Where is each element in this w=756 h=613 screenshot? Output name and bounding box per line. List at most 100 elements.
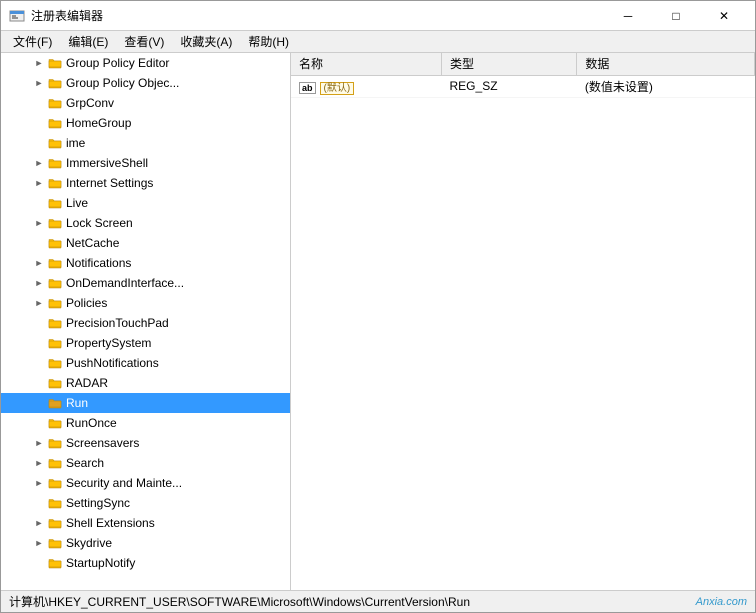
expand-arrow-icon[interactable]: ►	[31, 58, 47, 68]
registry-path: 计算机\HKEY_CURRENT_USER\SOFTWARE\Microsoft…	[9, 593, 696, 610]
app-icon	[9, 8, 25, 24]
tree-item[interactable]: GrpConv	[1, 93, 290, 113]
value-type-cell: REG_SZ	[442, 75, 577, 97]
folder-icon	[47, 336, 63, 350]
tree-item[interactable]: ► Group Policy Objec...	[1, 73, 290, 93]
tree-item-label: Notifications	[66, 256, 290, 270]
expand-arrow-icon[interactable]: ►	[31, 258, 47, 268]
tree-item-label: NetCache	[66, 236, 290, 250]
tree-item-label: Live	[66, 196, 290, 210]
tree-item-label: Run	[66, 396, 290, 410]
column-header-数据[interactable]: 数据	[577, 53, 755, 75]
folder-icon	[47, 136, 63, 150]
menu-item-e[interactable]: 编辑(E)	[60, 31, 116, 52]
registry-tree[interactable]: ► Group Policy Editor► Group Policy Obje…	[1, 53, 291, 590]
maximize-button[interactable]: □	[653, 1, 699, 31]
expand-arrow-icon[interactable]: ►	[31, 538, 47, 548]
expand-arrow-icon[interactable]: ►	[31, 518, 47, 528]
expand-arrow-icon[interactable]: ►	[31, 298, 47, 308]
tree-item[interactable]: ► Group Policy Editor	[1, 53, 290, 73]
tree-item-label: PushNotifications	[66, 356, 290, 370]
folder-icon	[47, 496, 63, 510]
tree-item-label: Group Policy Objec...	[66, 76, 290, 90]
folder-icon	[47, 96, 63, 110]
close-button[interactable]: ✕	[701, 1, 747, 31]
ab-icon: ab	[299, 82, 316, 94]
tree-item-label: PrecisionTouchPad	[66, 316, 290, 330]
tree-item[interactable]: RADAR	[1, 373, 290, 393]
folder-icon	[47, 356, 63, 370]
title-bar: 注册表编辑器 ─ □ ✕	[1, 1, 755, 31]
expand-arrow-icon[interactable]: ►	[31, 458, 47, 468]
main-area: ► Group Policy Editor► Group Policy Obje…	[1, 53, 755, 590]
folder-icon	[47, 396, 63, 410]
tree-item[interactable]: ► Search	[1, 453, 290, 473]
folder-icon	[47, 536, 63, 550]
tree-item[interactable]: ► Lock Screen	[1, 213, 290, 233]
tree-item-label: HomeGroup	[66, 116, 290, 130]
folder-icon	[47, 76, 63, 90]
tree-item-label: Screensavers	[66, 436, 290, 450]
column-header-名称[interactable]: 名称	[291, 53, 442, 75]
tree-item[interactable]: RunOnce	[1, 413, 290, 433]
table-row[interactable]: ab(默认)REG_SZ(数值未设置)	[291, 75, 755, 97]
folder-icon	[47, 216, 63, 230]
tree-item-label: RunOnce	[66, 416, 290, 430]
tree-item[interactable]: ime	[1, 133, 290, 153]
menu-item-a[interactable]: 收藏夹(A)	[172, 31, 240, 52]
tree-item-label: Group Policy Editor	[66, 56, 290, 70]
tree-item-label: Shell Extensions	[66, 516, 290, 530]
tree-item-label: OnDemandInterface...	[66, 276, 290, 290]
tree-item-label: Search	[66, 456, 290, 470]
folder-icon	[47, 296, 63, 310]
tree-item[interactable]: HomeGroup	[1, 113, 290, 133]
tree-item-label: SettingSync	[66, 496, 290, 510]
menu-item-f[interactable]: 文件(F)	[5, 31, 60, 52]
tree-item[interactable]: Run	[1, 393, 290, 413]
tree-item[interactable]: ► ImmersiveShell	[1, 153, 290, 173]
detail-pane: 名称类型数据 ab(默认)REG_SZ(数值未设置)	[291, 53, 755, 590]
tree-item-label: RADAR	[66, 376, 290, 390]
minimize-button[interactable]: ─	[605, 1, 651, 31]
expand-arrow-icon[interactable]: ►	[31, 78, 47, 88]
tree-item-label: PropertySystem	[66, 336, 290, 350]
folder-icon	[47, 316, 63, 330]
expand-arrow-icon[interactable]: ►	[31, 178, 47, 188]
expand-arrow-icon[interactable]: ►	[31, 478, 47, 488]
tree-item[interactable]: ► Policies	[1, 293, 290, 313]
folder-icon	[47, 476, 63, 490]
tree-item[interactable]: ► Screensavers	[1, 433, 290, 453]
default-badge: (默认)	[320, 82, 355, 95]
tree-item[interactable]: PushNotifications	[1, 353, 290, 373]
menu-item-v[interactable]: 查看(V)	[116, 31, 172, 52]
tree-item[interactable]: ► Skydrive	[1, 533, 290, 553]
tree-item[interactable]: PrecisionTouchPad	[1, 313, 290, 333]
column-header-类型[interactable]: 类型	[442, 53, 577, 75]
tree-item[interactable]: SettingSync	[1, 493, 290, 513]
expand-arrow-icon[interactable]: ►	[31, 278, 47, 288]
folder-icon	[47, 256, 63, 270]
table-body: ab(默认)REG_SZ(数值未设置)	[291, 75, 755, 97]
tree-item[interactable]: ► Security and Mainte...	[1, 473, 290, 493]
menu-bar: 文件(F)编辑(E)查看(V)收藏夹(A)帮助(H)	[1, 31, 755, 53]
folder-icon	[47, 156, 63, 170]
folder-icon	[47, 416, 63, 430]
tree-item[interactable]: Live	[1, 193, 290, 213]
folder-icon	[47, 456, 63, 470]
tree-item[interactable]: StartupNotify	[1, 553, 290, 573]
expand-arrow-icon[interactable]: ►	[31, 158, 47, 168]
expand-arrow-icon[interactable]: ►	[31, 218, 47, 228]
folder-icon	[47, 516, 63, 530]
menu-item-h[interactable]: 帮助(H)	[240, 31, 297, 52]
tree-item-label: Skydrive	[66, 536, 290, 550]
tree-item[interactable]: ► Shell Extensions	[1, 513, 290, 533]
tree-item[interactable]: ► Internet Settings	[1, 173, 290, 193]
tree-item[interactable]: ► Notifications	[1, 253, 290, 273]
tree-item[interactable]: ► OnDemandInterface...	[1, 273, 290, 293]
tree-item[interactable]: PropertySystem	[1, 333, 290, 353]
status-bar: 计算机\HKEY_CURRENT_USER\SOFTWARE\Microsoft…	[1, 590, 755, 612]
tree-item-label: Policies	[66, 296, 290, 310]
registry-values-table: 名称类型数据 ab(默认)REG_SZ(数值未设置)	[291, 53, 755, 98]
expand-arrow-icon[interactable]: ►	[31, 438, 47, 448]
tree-item[interactable]: NetCache	[1, 233, 290, 253]
